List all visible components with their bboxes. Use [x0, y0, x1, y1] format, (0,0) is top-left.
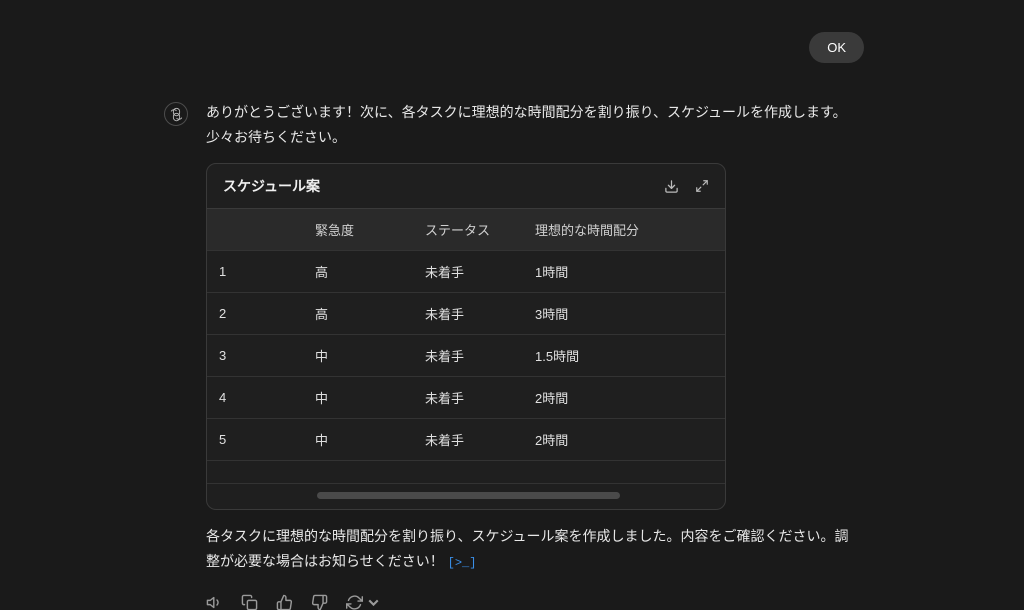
intro-text: ありがとうございます！次に、各タスクに理想的な時間配分を割り振り、スケジュールを… [206, 100, 854, 149]
cell-urgency: 中 [303, 335, 413, 377]
outro-text: 各タスクに理想的な時間配分を割り振り、スケジュール案を作成しました。内容をご確認… [206, 524, 854, 574]
row-num: 5 [207, 419, 243, 461]
cell-urgency: 高 [303, 251, 413, 293]
table-header-bar: スケジュール案 [207, 164, 725, 209]
row-num: 3 [207, 335, 243, 377]
col-urgency: 緊急度 [303, 209, 413, 251]
cell-allocation: 3時間 [523, 293, 725, 335]
table-title: スケジュール案 [223, 176, 320, 196]
cell-allocation: 1時間 [523, 251, 725, 293]
message-action-bar [206, 594, 854, 610]
table-row: 2 高 未着手 3時間 [207, 293, 725, 335]
col-allocation: 理想的な時間配分 [523, 209, 725, 251]
cell-blank [243, 293, 303, 335]
col-rownum [207, 209, 243, 251]
cell-allocation: 2時間 [523, 377, 725, 419]
message-body: ありがとうございます！次に、各タスクに理想的な時間配分を割り振り、スケジュールを… [206, 100, 854, 610]
cell-status: 未着手 [413, 377, 523, 419]
cell-blank [243, 377, 303, 419]
row-num: 4 [207, 377, 243, 419]
regenerate-icon[interactable] [346, 594, 382, 610]
schedule-table: 緊急度 ステータス 理想的な時間配分 1 高 未着手 1時間 2 [207, 209, 725, 484]
table-row: 3 中 未着手 1.5時間 [207, 335, 725, 377]
cell-status: 未着手 [413, 251, 523, 293]
cell-blank [243, 251, 303, 293]
table-row: 5 中 未着手 2時間 [207, 419, 725, 461]
horizontal-scrollbar[interactable] [225, 492, 707, 499]
schedule-table-card: スケジュール案 緊急度 ステータス [206, 163, 726, 510]
thumbs-up-icon[interactable] [276, 594, 293, 610]
cell-blank [243, 335, 303, 377]
cell-allocation: 1.5時間 [523, 335, 725, 377]
download-icon[interactable] [664, 179, 679, 194]
openai-icon [169, 107, 184, 122]
row-num: 1 [207, 251, 243, 293]
table-row-empty [207, 461, 725, 484]
read-aloud-icon[interactable] [206, 594, 223, 610]
cell-urgency: 高 [303, 293, 413, 335]
thumbs-down-icon[interactable] [311, 594, 328, 610]
table-actions [664, 179, 709, 194]
cell-blank [243, 419, 303, 461]
cell-status: 未着手 [413, 335, 523, 377]
cell-status: 未着手 [413, 293, 523, 335]
cell-status: 未着手 [413, 419, 523, 461]
code-link-icon[interactable]: [>_] [448, 556, 477, 570]
assistant-message: ありがとうございます！次に、各タスクに理想的な時間配分を割り振り、スケジュールを… [164, 100, 854, 610]
copy-icon[interactable] [241, 594, 258, 610]
col-blank [243, 209, 303, 251]
cell-allocation: 2時間 [523, 419, 725, 461]
scrollbar-thumb[interactable] [317, 492, 621, 499]
cell-urgency: 中 [303, 419, 413, 461]
cell-urgency: 中 [303, 377, 413, 419]
expand-icon[interactable] [695, 179, 709, 193]
table-row: 1 高 未着手 1時間 [207, 251, 725, 293]
row-num: 2 [207, 293, 243, 335]
ok-button[interactable]: OK [809, 32, 864, 63]
table-row: 4 中 未着手 2時間 [207, 377, 725, 419]
col-status: ステータス [413, 209, 523, 251]
assistant-avatar [164, 102, 188, 126]
